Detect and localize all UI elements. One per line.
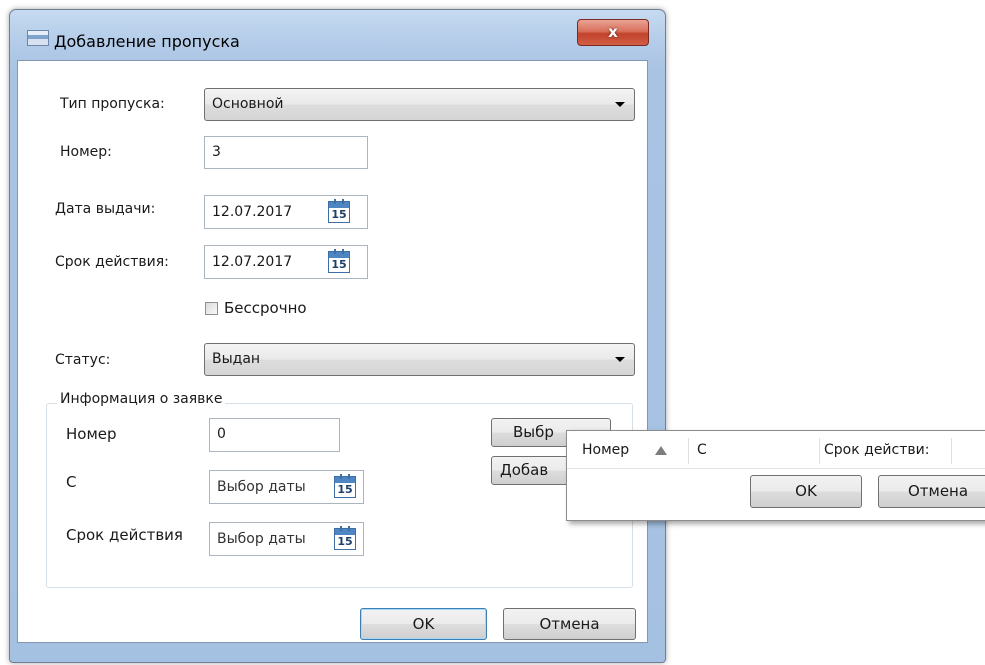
valid-until-label: Срок действия: — [55, 254, 169, 270]
number-label: Номер: — [60, 144, 112, 160]
calendar-icon[interactable]: 15 — [334, 526, 356, 550]
request-select-popup: Номер С Срок действи: OK Отмена — [566, 430, 985, 521]
request-valid-until-placeholder: Выбор даты — [217, 531, 306, 547]
pass-type-value: Основной — [212, 96, 284, 112]
sort-ascending-icon — [655, 446, 667, 455]
popup-ok-button[interactable]: OK — [750, 475, 862, 508]
chevron-down-icon — [615, 102, 625, 107]
column-header-valid-until[interactable]: Срок действи: — [824, 432, 950, 468]
status-select[interactable]: Выдан — [204, 343, 635, 376]
issue-date-value: 12.07.2017 — [212, 204, 293, 220]
status-value: Выдан — [212, 351, 261, 367]
unlimited-label: Бессрочно — [224, 299, 307, 317]
calendar-icon[interactable]: 15 — [334, 474, 356, 498]
valid-until-picker[interactable]: 12.07.2017 15 — [204, 245, 368, 279]
pass-type-select[interactable]: Основной — [204, 88, 635, 121]
window-title: Добавление пропуска — [54, 32, 240, 51]
request-from-placeholder: Выбор даты — [217, 479, 306, 495]
calendar-icon[interactable]: 15 — [328, 199, 350, 223]
request-from-label: С — [66, 473, 77, 491]
valid-until-value: 12.07.2017 — [212, 254, 293, 270]
request-number-input[interactable]: 0 — [209, 418, 340, 452]
column-separator[interactable] — [688, 438, 689, 464]
popup-cancel-button[interactable]: Отмена — [878, 475, 985, 508]
unlimited-checkbox[interactable] — [205, 302, 218, 315]
request-valid-until-picker[interactable]: Выбор даты 15 — [209, 522, 364, 556]
requests-grid-header: Номер С Срок действи: — [567, 432, 985, 469]
issue-date-label: Дата выдачи: — [55, 201, 156, 217]
pass-type-label: Тип пропуска: — [60, 96, 165, 112]
column-header-number[interactable]: Номер — [582, 432, 629, 468]
request-valid-until-label: Срок действия — [66, 526, 183, 544]
chevron-down-icon — [615, 357, 625, 362]
request-from-picker[interactable]: Выбор даты 15 — [209, 470, 364, 504]
ok-button[interactable]: OK — [360, 608, 487, 640]
column-separator[interactable] — [951, 438, 952, 464]
calendar-icon[interactable]: 15 — [328, 249, 350, 273]
column-header-from[interactable]: С — [697, 432, 707, 468]
issue-date-picker[interactable]: 12.07.2017 15 — [204, 195, 368, 229]
column-separator[interactable] — [819, 438, 820, 464]
close-button[interactable]: x — [577, 19, 649, 46]
cancel-button[interactable]: Отмена — [503, 608, 636, 640]
app-icon — [27, 30, 49, 46]
request-info-title: Информация о заявке — [57, 391, 226, 407]
status-label: Статус: — [55, 352, 111, 368]
request-number-label: Номер — [66, 425, 117, 443]
number-input[interactable]: 3 — [204, 136, 368, 169]
